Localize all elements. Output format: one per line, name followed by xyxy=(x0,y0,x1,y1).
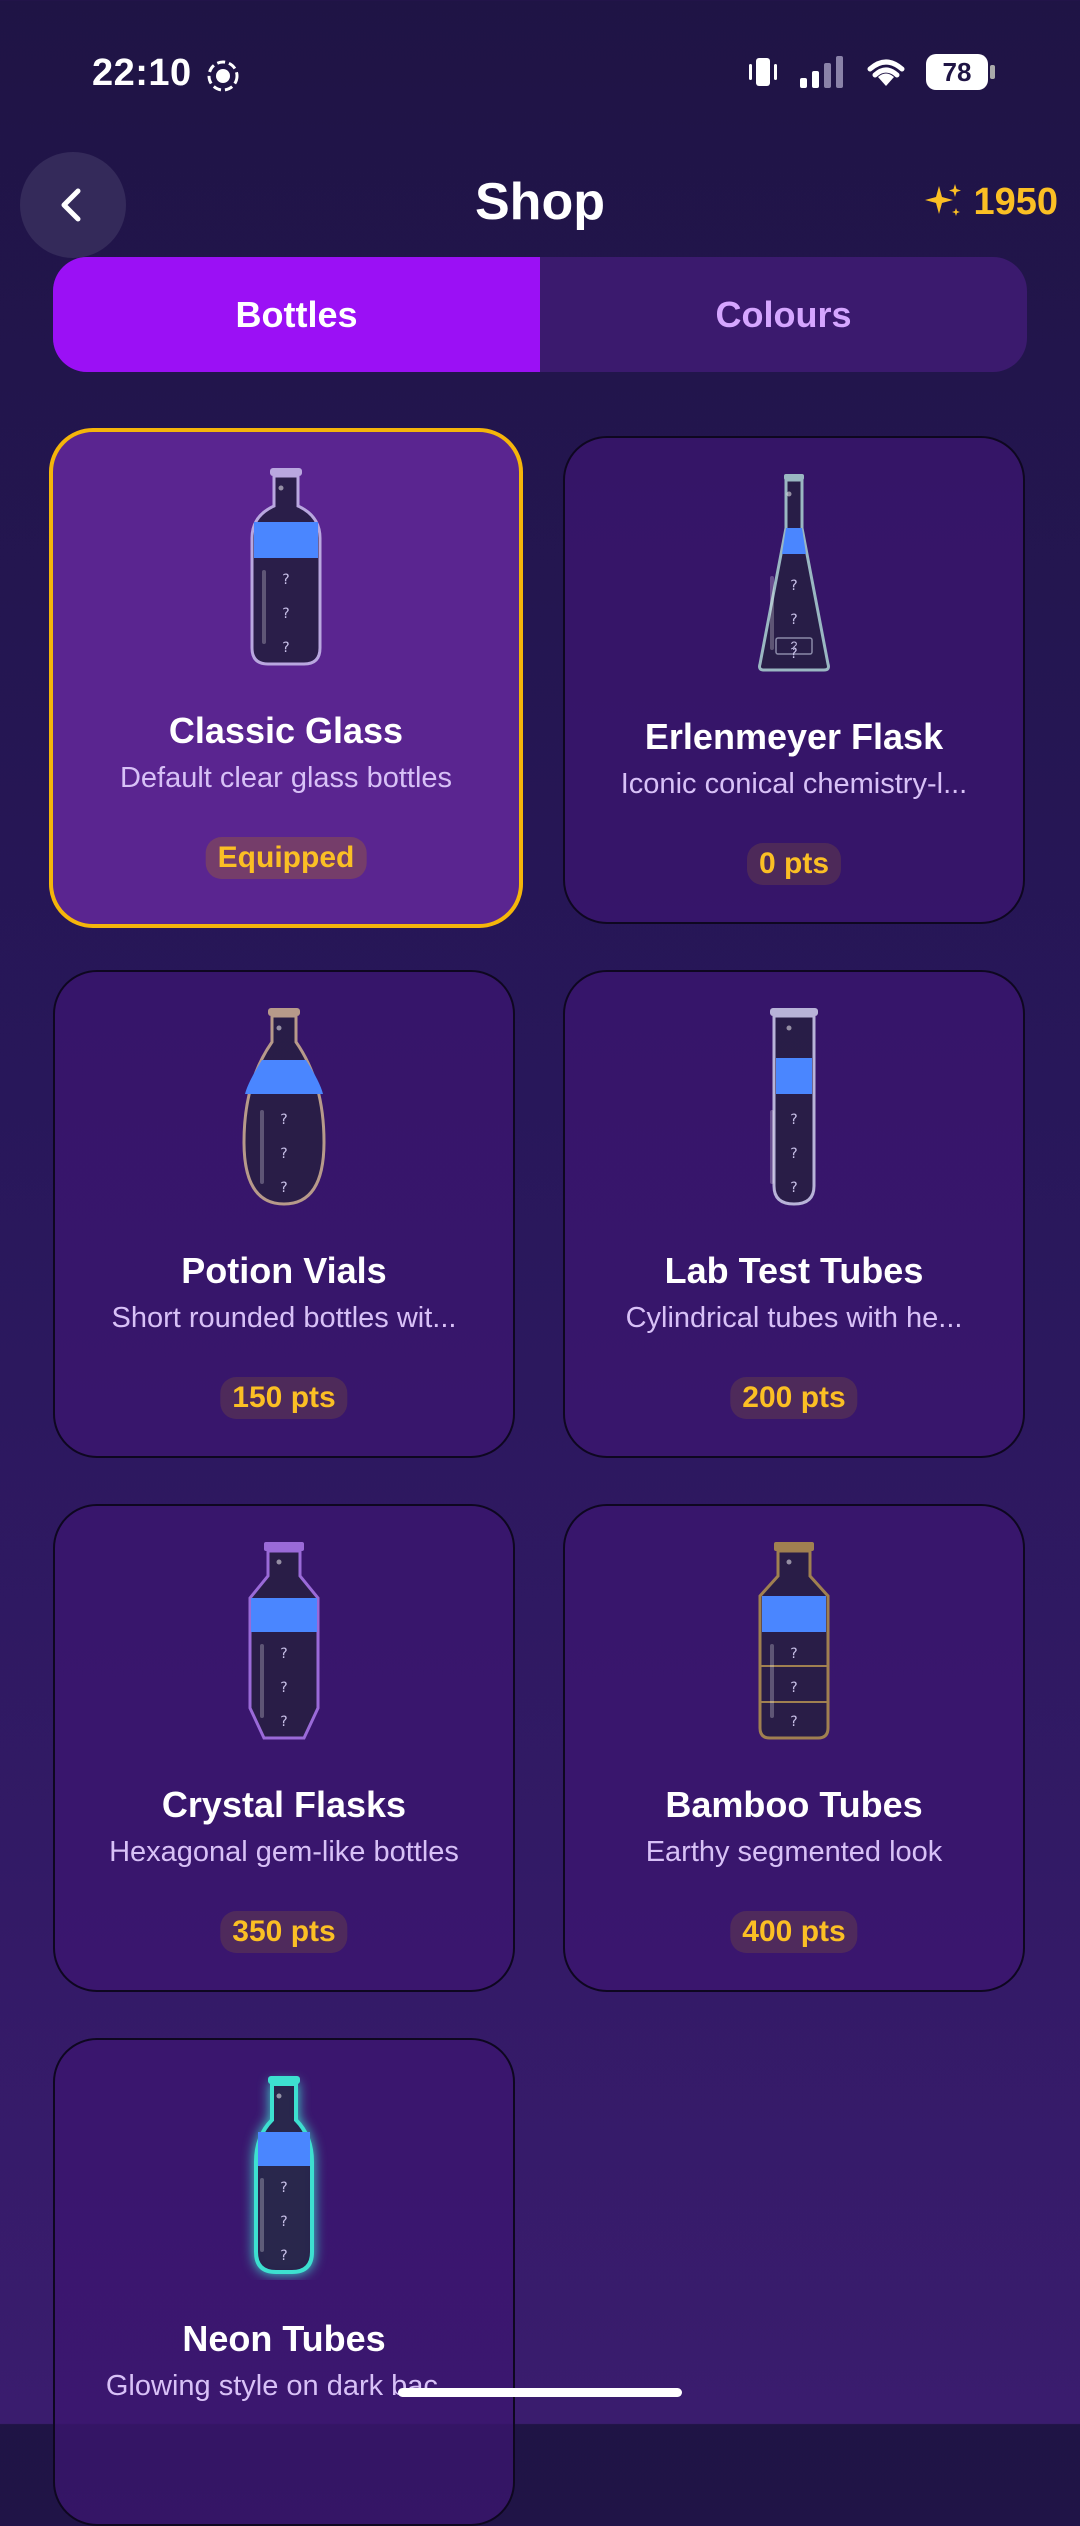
wifi-icon xyxy=(867,59,905,86)
home-indicator xyxy=(398,2388,682,2397)
shop-item-card[interactable]: ??? Neon Tubes Glowing style on dark bac.… xyxy=(53,2038,515,2526)
shop-item-card[interactable]: ??? Classic Glass Default clear glass bot… xyxy=(49,428,523,928)
svg-text:?: ? xyxy=(282,572,289,588)
item-description: Glowing style on dark bac... xyxy=(105,2370,463,2402)
svg-text:?: ? xyxy=(280,1112,287,1128)
item-name: Erlenmeyer Flask xyxy=(644,716,944,757)
svg-text:?: ? xyxy=(790,1180,797,1196)
item-description: Short rounded bottles wit... xyxy=(111,1302,457,1334)
item-name: Classic Glass xyxy=(168,710,404,751)
shop-item-card[interactable]: ??? Crystal Flasks Hexagonal gem-like bot… xyxy=(53,1504,515,1992)
bottle-preview-icon: ??? xyxy=(226,462,346,672)
bottle-preview-icon: ? ??? xyxy=(734,468,854,678)
vibrate-icon xyxy=(749,58,777,86)
svg-text:?: ? xyxy=(790,612,797,628)
price-label: 0 pts xyxy=(746,843,842,885)
svg-text:?: ? xyxy=(280,1146,287,1162)
tab-colours[interactable]: Colours xyxy=(540,257,1027,372)
page-title: Shop xyxy=(475,173,605,231)
svg-text:?: ? xyxy=(790,578,797,594)
bottle-preview-icon: ??? xyxy=(224,1536,344,1746)
item-description: Default clear glass bottles xyxy=(119,762,453,794)
item-description: Hexagonal gem-like bottles xyxy=(109,1836,459,1868)
price-label: 200 pts xyxy=(730,1377,858,1419)
points-value: 1950 xyxy=(973,180,1058,223)
status-icons: 78 xyxy=(746,54,995,90)
price-label: 350 pts xyxy=(220,1911,348,1953)
item-name: Crystal Flasks xyxy=(161,1784,407,1825)
svg-text:?: ? xyxy=(790,1646,797,1662)
svg-text:?: ? xyxy=(790,1146,797,1162)
status-time: 22:10 xyxy=(92,52,192,94)
status-bar: 22:10 78 xyxy=(0,0,1080,150)
points-balance: 1950 xyxy=(921,180,1058,224)
bottle-preview-icon: ??? xyxy=(734,1536,854,1746)
shop-item-card[interactable]: ??? Bamboo Tubes Earthy segmented look 400… xyxy=(563,1504,1025,1992)
equipped-badge: Equipped xyxy=(205,837,367,879)
svg-text:?: ? xyxy=(282,640,289,656)
bottle-preview-icon: ??? xyxy=(734,1002,854,1212)
shop-tabs: Bottles Colours xyxy=(53,257,1027,372)
svg-text:?: ? xyxy=(790,1714,797,1730)
sparkles-icon xyxy=(925,184,962,216)
svg-text:?: ? xyxy=(280,1646,287,1662)
item-name: Potion Vials xyxy=(181,1250,387,1291)
shop-item-card[interactable]: ??? Potion Vials Short rounded bottles wi… xyxy=(53,970,515,1458)
tab-bottles[interactable]: Bottles xyxy=(53,257,540,372)
bottle-preview-icon: ??? xyxy=(224,1002,344,1212)
price-label: 150 pts xyxy=(220,1377,348,1419)
item-name: Lab Test Tubes xyxy=(664,1250,924,1291)
item-name: Neon Tubes xyxy=(182,2318,386,2359)
svg-text:?: ? xyxy=(280,1180,287,1196)
svg-text:?: ? xyxy=(280,1680,287,1696)
svg-text:?: ? xyxy=(280,2180,287,2196)
battery-indicator: 78 xyxy=(926,54,995,90)
svg-text:?: ? xyxy=(280,2248,287,2264)
item-description: Iconic conical chemistry-l... xyxy=(620,768,968,800)
shop-item-card[interactable]: ??? Lab Test Tubes Cylindrical tubes with… xyxy=(563,970,1025,1458)
svg-text:?: ? xyxy=(790,1680,797,1696)
svg-text:?: ? xyxy=(280,1714,287,1730)
svg-text:?: ? xyxy=(282,606,289,622)
shop-item-card[interactable]: ? ??? Erlenmeyer Flask Iconic conical che… xyxy=(563,436,1025,924)
price-label: 400 pts xyxy=(730,1911,858,1953)
svg-text:?: ? xyxy=(790,646,797,662)
bottle-preview-icon: ??? xyxy=(224,2070,344,2280)
screen-record-icon xyxy=(207,60,239,92)
item-description: Cylindrical tubes with he... xyxy=(625,1302,963,1334)
svg-text:?: ? xyxy=(280,2214,287,2230)
item-description: Earthy segmented look xyxy=(645,1836,943,1868)
item-name: Bamboo Tubes xyxy=(665,1784,923,1825)
signal-icon xyxy=(800,56,843,88)
svg-text:?: ? xyxy=(790,1112,797,1128)
